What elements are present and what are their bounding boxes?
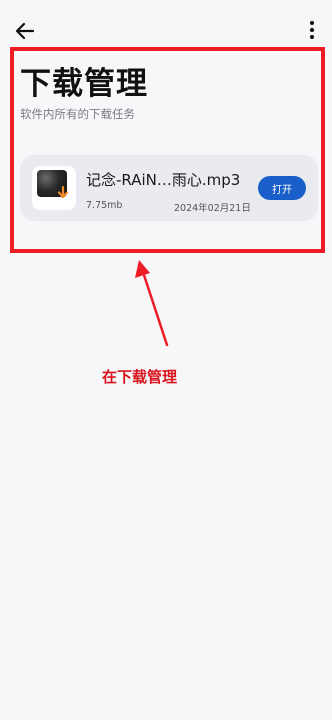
file-name: 记念-RAiN…雨心.mp3 (86, 171, 241, 189)
annotation-label: 在下载管理 (102, 368, 178, 386)
file-size: 7.75mb (86, 200, 123, 211)
open-button[interactable]: 打开 (258, 176, 306, 200)
page-subtitle: 软件内所有的下载任务 (20, 107, 135, 121)
download-manager-screen: 下载管理 软件内所有的下载任务 记念-RAiN…雨心.mp3 7.75mb 20… (0, 0, 332, 720)
page-title: 下载管理 (20, 66, 148, 102)
top-bar (0, 0, 332, 50)
more-vertical-icon[interactable] (308, 20, 316, 40)
album-art-thumbnail (32, 166, 76, 210)
download-arrow-icon (57, 186, 69, 199)
arrow-left-icon[interactable] (14, 20, 36, 42)
download-date: 2024年02月21日 (174, 203, 251, 214)
download-item[interactable]: 记念-RAiN…雨心.mp3 7.75mb 2024年02月21日 打开 (20, 155, 318, 221)
